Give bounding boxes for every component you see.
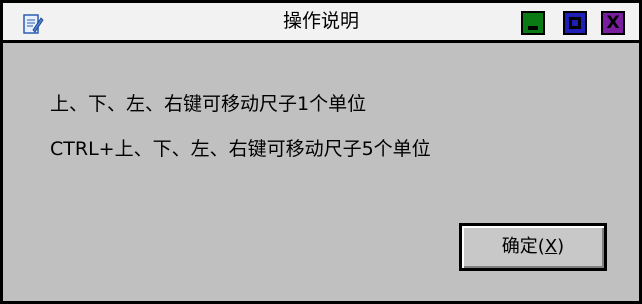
instruction-line-2: CTRL+上、下、左、右键可移动尺子5个单位 <box>50 138 431 160</box>
ok-button[interactable]: 确定(X) <box>459 223 607 271</box>
instruction-line-1: 上、下、左、右键可移动尺子1个单位 <box>50 93 367 115</box>
minimize-icon <box>528 26 538 30</box>
maximize-icon <box>569 17 581 29</box>
dialog-window: 操作说明 X 上、下、左、右键可移动尺子1个单位 CTRL+上、下、左、右键可移… <box>0 0 642 304</box>
ok-button-mnemonic: X <box>544 236 558 257</box>
close-icon: X <box>606 13 620 33</box>
minimize-button[interactable] <box>521 11 545 35</box>
ok-button-label-suffix: ) <box>557 236 565 257</box>
title-bar[interactable]: 操作说明 X <box>3 3 639 43</box>
ok-button-label-prefix: 确定( <box>501 236 545 257</box>
maximize-button[interactable] <box>563 11 587 35</box>
close-button[interactable]: X <box>601 11 625 35</box>
